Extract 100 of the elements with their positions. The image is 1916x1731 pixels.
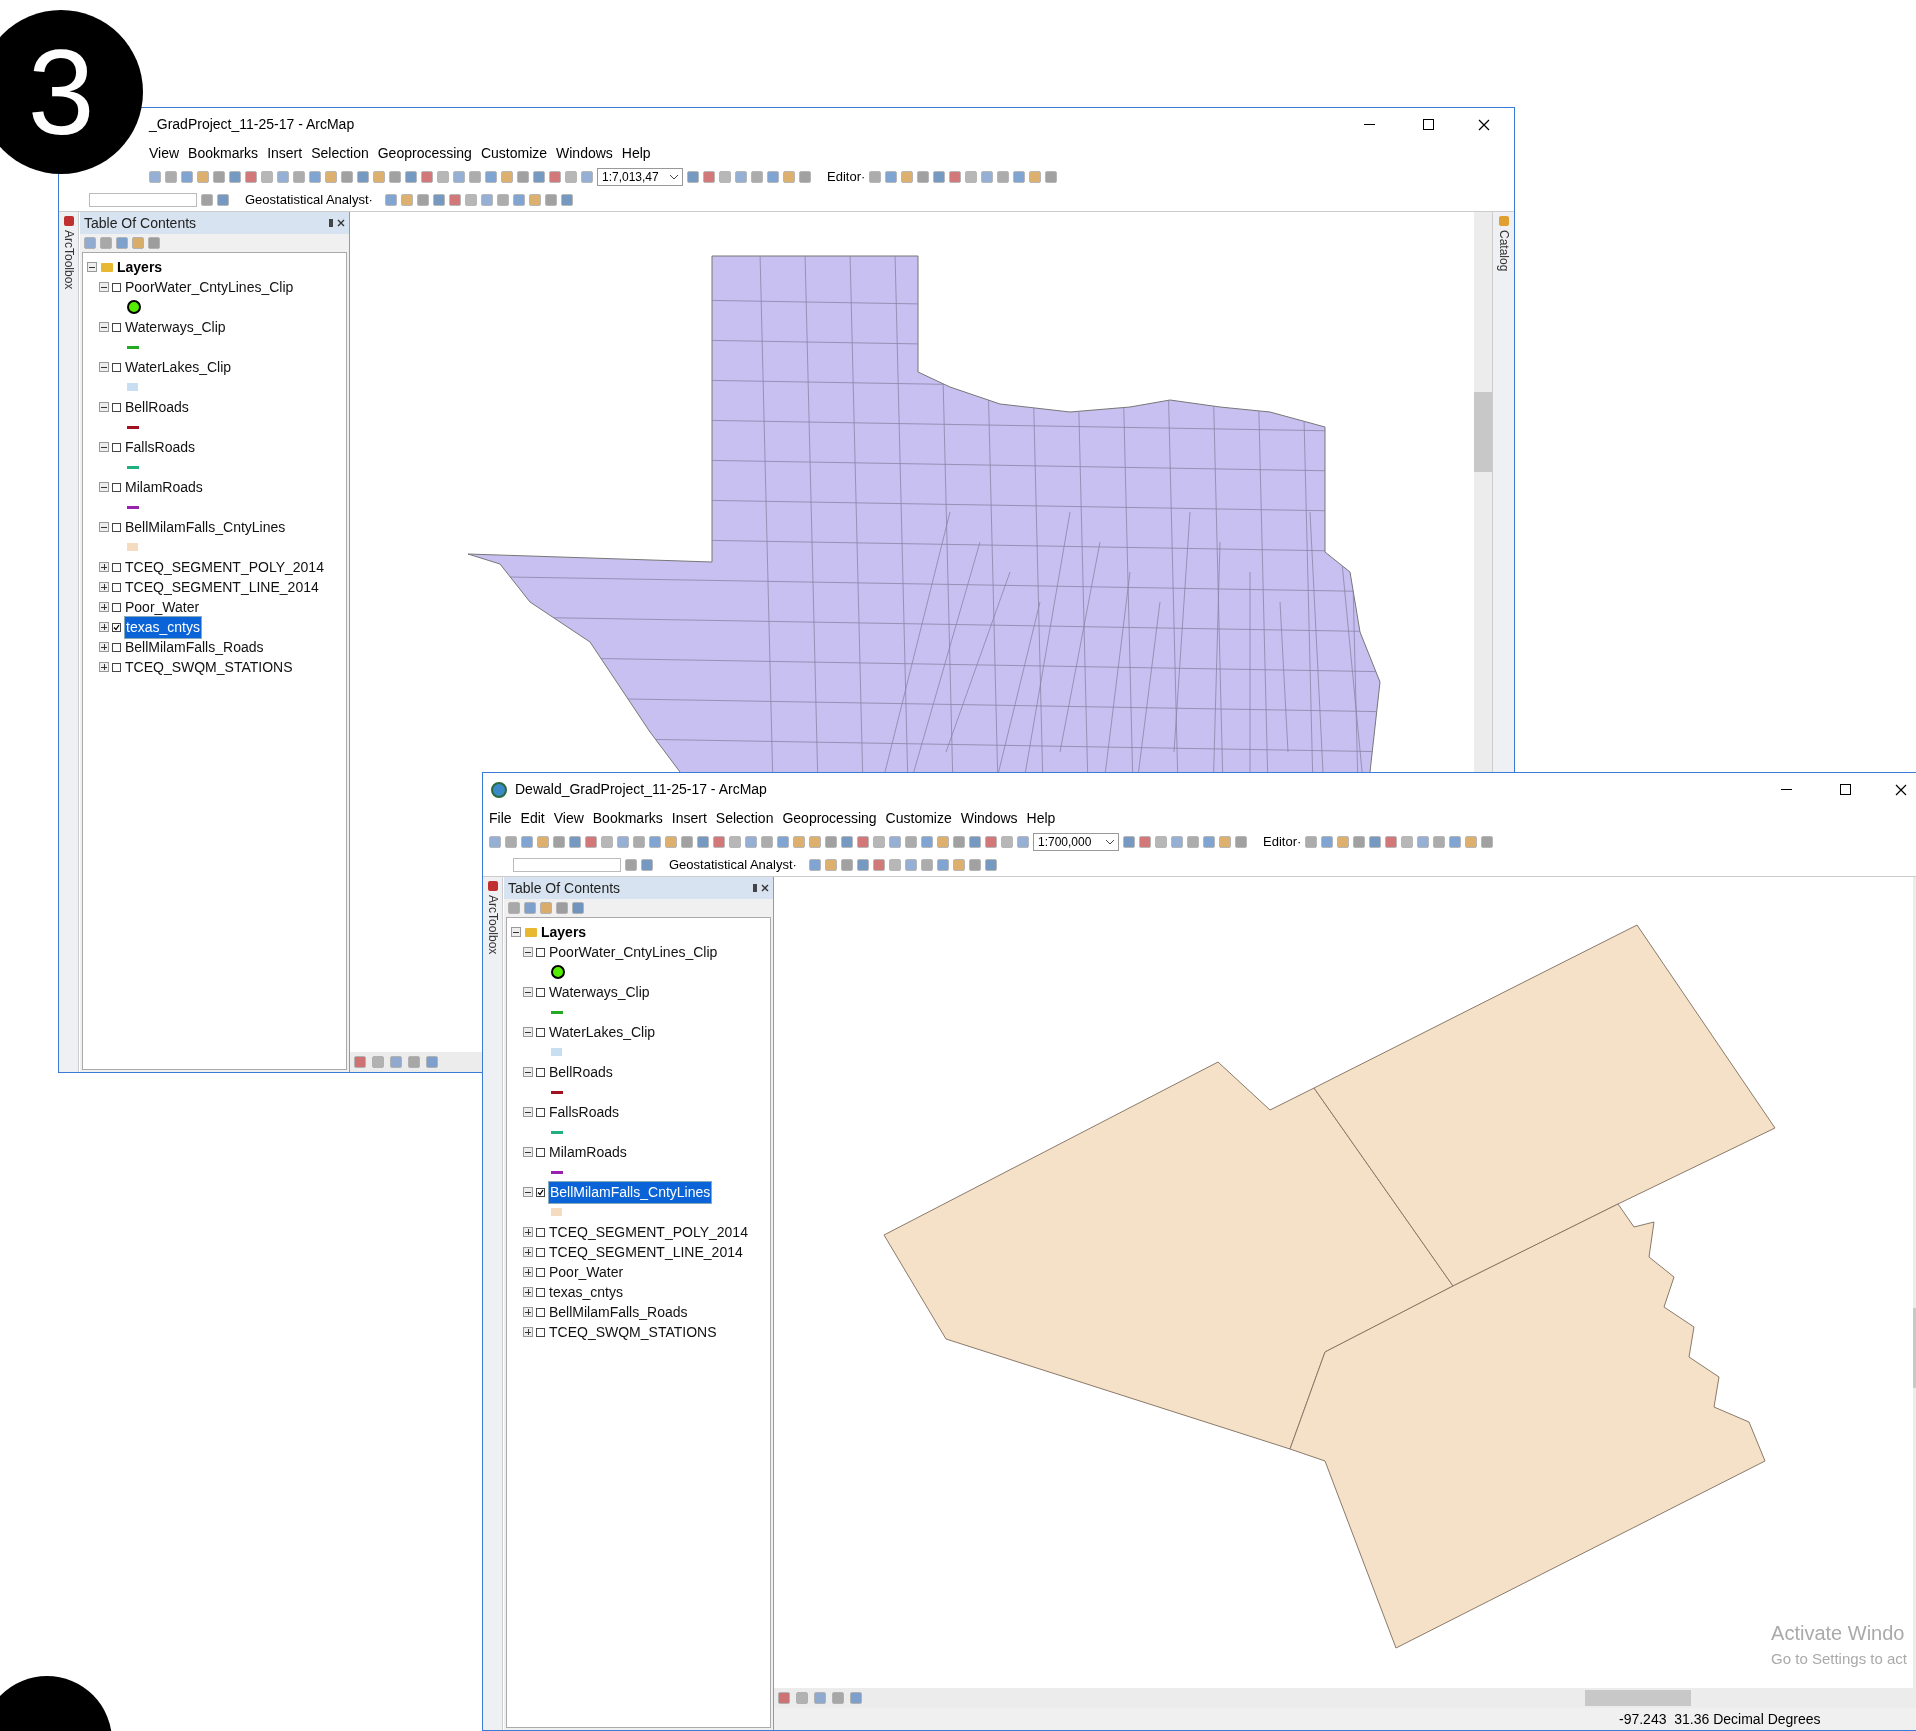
tool-icon[interactable] <box>952 859 965 871</box>
tool-icon[interactable] <box>777 836 789 848</box>
tool-icon[interactable] <box>901 171 914 183</box>
expand-icon[interactable] <box>99 622 109 632</box>
tool-icon[interactable] <box>778 1692 790 1704</box>
tool-icon[interactable] <box>968 859 981 871</box>
scrollbar-thumb[interactable] <box>1474 392 1492 472</box>
tool-icon[interactable] <box>949 171 962 183</box>
tool-icon[interactable] <box>1187 836 1199 848</box>
tool-icon[interactable] <box>1123 836 1135 848</box>
tool-icon[interactable] <box>372 1056 384 1068</box>
tool-icon[interactable] <box>544 194 557 206</box>
tool-icon[interactable] <box>389 171 401 183</box>
tool-icon[interactable] <box>832 1692 844 1704</box>
menu-item[interactable]: Windows <box>960 807 1018 829</box>
tool-icon[interactable] <box>713 836 725 848</box>
tool-icon[interactable] <box>617 836 629 848</box>
tool-icon[interactable] <box>719 171 731 183</box>
expand-icon[interactable] <box>99 562 109 572</box>
tool-icon[interactable] <box>528 194 541 206</box>
menu-item[interactable]: Selection <box>311 142 369 164</box>
tool-icon[interactable] <box>1465 836 1478 848</box>
tool-icon[interactable] <box>885 171 898 183</box>
collapse-icon[interactable] <box>523 1187 533 1197</box>
tool-icon[interactable] <box>889 836 901 848</box>
tool-icon[interactable] <box>309 171 321 183</box>
tool-icon[interactable] <box>565 171 577 183</box>
scrollbar-thumb[interactable] <box>1585 1690 1691 1706</box>
tool-icon[interactable] <box>354 1056 366 1068</box>
tool-icon[interactable] <box>585 836 597 848</box>
tool-icon[interactable] <box>825 836 837 848</box>
layer-name[interactable]: MilamRoads <box>548 1141 628 1163</box>
tool-icon[interactable] <box>581 171 593 183</box>
tool-icon[interactable] <box>426 1056 438 1068</box>
tool-icon[interactable] <box>601 836 613 848</box>
tool-icon[interactable] <box>1235 836 1247 848</box>
layer-checkbox[interactable] <box>112 562 121 572</box>
tool-icon[interactable] <box>512 194 525 206</box>
tool-icon[interactable] <box>1449 836 1462 848</box>
tool-icon[interactable] <box>533 171 545 183</box>
tool-icon[interactable] <box>921 836 933 848</box>
close-icon[interactable] <box>1895 783 1907 796</box>
tool-icon[interactable] <box>496 194 509 206</box>
tool-icon[interactable] <box>751 171 763 183</box>
toolbox-tab[interactable]: ArcToolbox <box>483 877 503 1730</box>
tool-icon[interactable] <box>453 171 465 183</box>
tool-icon[interactable] <box>814 1692 826 1704</box>
menu-item[interactable]: Customize <box>480 142 548 164</box>
scale-dropdown[interactable]: 1:7,013,47 <box>597 168 683 186</box>
layer-checkbox[interactable] <box>536 1307 545 1317</box>
tool-icon[interactable] <box>325 171 337 183</box>
tool-icon[interactable] <box>448 194 461 206</box>
tool-icon[interactable] <box>633 836 645 848</box>
layer-checkbox[interactable] <box>536 1227 545 1237</box>
menu-item[interactable]: View <box>553 807 584 829</box>
tool-icon[interactable] <box>761 836 773 848</box>
layer-name[interactable]: WaterLakes_Clip <box>548 1021 657 1043</box>
close-icon[interactable] <box>337 219 345 227</box>
tool-icon[interactable] <box>981 171 994 183</box>
tool-icon[interactable] <box>985 836 997 848</box>
tool-icon[interactable] <box>783 171 795 183</box>
tool-icon[interactable] <box>850 1692 862 1704</box>
tool-icon[interactable] <box>537 836 549 848</box>
expand-icon[interactable] <box>99 582 109 592</box>
tool-icon[interactable] <box>480 194 493 206</box>
layer-checkbox[interactable] <box>536 987 545 997</box>
tool-icon[interactable] <box>421 171 433 183</box>
collapse-icon[interactable] <box>523 1027 533 1037</box>
tool-icon[interactable] <box>181 171 193 183</box>
editor-menu[interactable]: Editor· <box>1263 832 1302 852</box>
tool-icon[interactable] <box>277 171 289 183</box>
tool-icon[interactable] <box>1029 171 1042 183</box>
tool-icon[interactable] <box>933 171 946 183</box>
tool-icon[interactable] <box>517 171 529 183</box>
tool-icon[interactable] <box>969 836 981 848</box>
tool-icon[interactable] <box>341 171 353 183</box>
menu-item[interactable]: Selection <box>715 807 774 829</box>
layer-checkbox[interactable] <box>536 1107 545 1117</box>
layer-checkbox[interactable] <box>112 622 121 632</box>
tool-icon[interactable] <box>703 171 715 183</box>
menu-item[interactable]: Edit <box>520 807 545 829</box>
layer-name[interactable]: BellRoads <box>124 396 190 418</box>
tool-icon[interactable] <box>213 171 225 183</box>
collapse-icon[interactable] <box>511 927 521 937</box>
tool-icon[interactable] <box>904 859 917 871</box>
tool-icon[interactable] <box>217 194 229 206</box>
layer-name[interactable]: BellRoads <box>548 1061 614 1083</box>
tool-icon[interactable] <box>841 836 853 848</box>
menu-item[interactable]: Insert <box>267 142 303 164</box>
tool-icon[interactable] <box>625 859 637 871</box>
collapse-icon[interactable] <box>523 1067 533 1077</box>
layer-name[interactable]: texas_cntys <box>548 1281 624 1303</box>
tool-icon[interactable] <box>872 859 885 871</box>
layer-name[interactable]: BellMilamFalls_Roads <box>124 636 265 658</box>
tool-icon[interactable] <box>1305 836 1318 848</box>
tool-icon[interactable] <box>408 1056 420 1068</box>
layer-checkbox[interactable] <box>112 662 121 672</box>
menu-item[interactable]: Bookmarks <box>592 807 663 829</box>
tool-icon[interactable] <box>809 836 821 848</box>
layer-checkbox[interactable] <box>112 322 121 332</box>
